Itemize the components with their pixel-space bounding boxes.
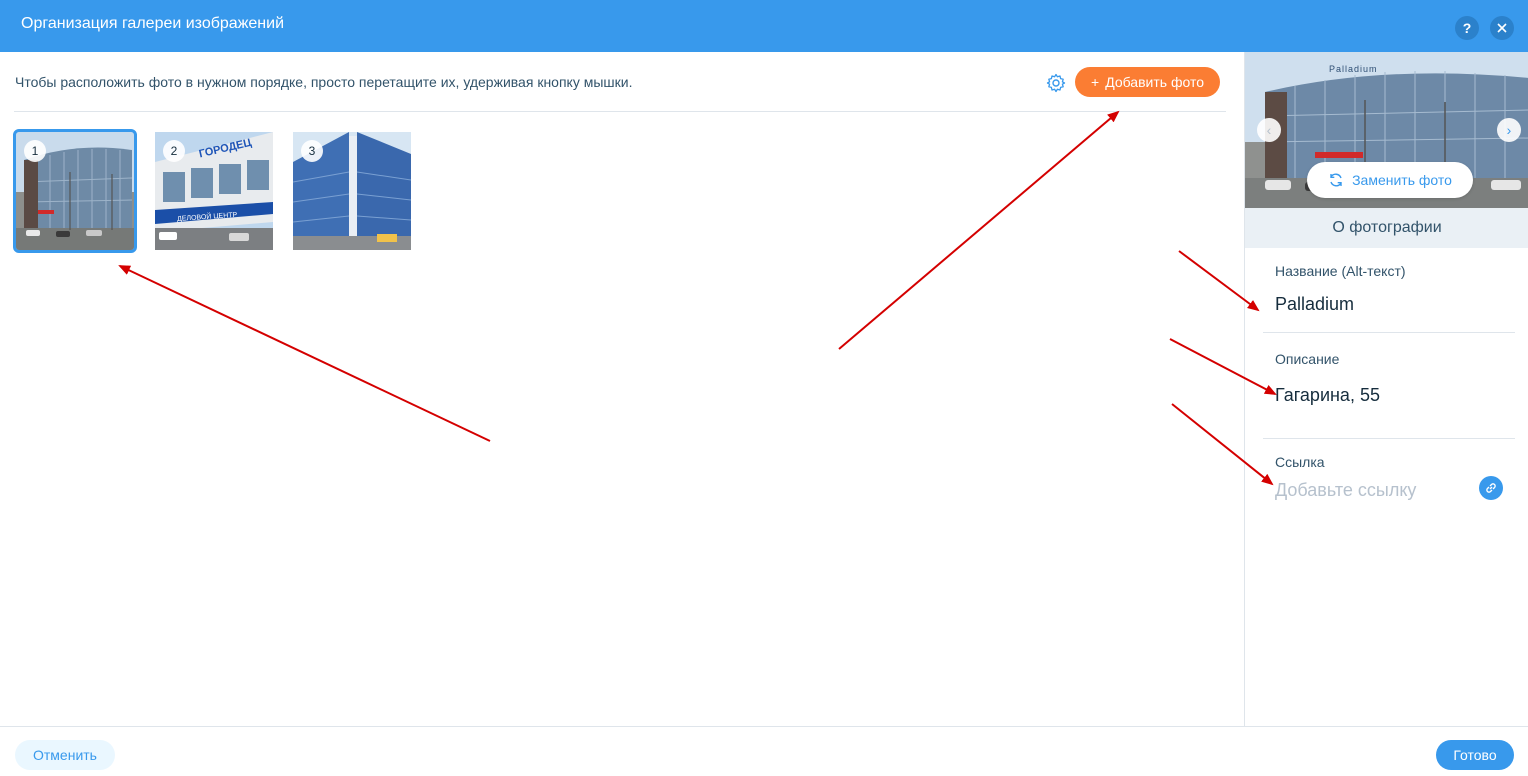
chevron-right-icon: › [1506, 122, 1512, 138]
gallery-thumbnail-3[interactable]: 3 [293, 132, 411, 250]
close-button[interactable] [1490, 16, 1514, 40]
next-photo-button[interactable]: › [1497, 118, 1521, 142]
replace-photo-label: Заменить фото [1352, 172, 1452, 188]
description-field[interactable]: Гагарина, 55 [1275, 385, 1380, 406]
link-input[interactable]: Добавьте ссылку [1275, 480, 1416, 501]
preview-sign-palladium: Palladium [1329, 64, 1378, 74]
plus-icon: + [1091, 74, 1100, 90]
instruction-text: Чтобы расположить фото в нужном порядке,… [15, 74, 633, 90]
refresh-icon [1330, 173, 1342, 187]
replace-photo-button[interactable]: Заменить фото [1307, 162, 1473, 198]
alt-text-field[interactable]: Palladium [1275, 294, 1354, 315]
thumbnail-order-badge: 3 [301, 140, 323, 162]
divider [1263, 332, 1515, 333]
gallery-organizer-dialog: Организация галереи изображений ? Чтобы … [0, 0, 1528, 776]
previous-photo-button[interactable]: ‹ [1257, 118, 1281, 142]
chevron-left-icon: ‹ [1266, 122, 1272, 138]
divider [14, 111, 1226, 112]
thumbnail-order-badge: 1 [24, 140, 46, 162]
link-chain-icon [1486, 483, 1496, 493]
photo-preview: Palladium ‹ › Заменить фото [1245, 52, 1528, 208]
gallery-main-area: Чтобы расположить фото в нужном порядке,… [0, 52, 1244, 726]
help-button[interactable]: ? [1455, 16, 1479, 40]
divider [1263, 438, 1515, 439]
dialog-title: Организация галереи изображений [21, 15, 285, 32]
cancel-button[interactable]: Отменить [15, 740, 115, 770]
about-photo-heading: О фотографии [1245, 208, 1528, 248]
add-photo-button[interactable]: + Добавить фото [1075, 67, 1220, 97]
alt-text-label: Название (Alt-текст) [1275, 263, 1406, 279]
description-label: Описание [1275, 351, 1340, 367]
close-icon [1497, 23, 1507, 33]
photo-details-panel: Palladium ‹ › Заменить фото О фотографии… [1244, 52, 1528, 726]
thumbnail-order-badge: 2 [163, 140, 185, 162]
dialog-header: Организация галереи изображений ? [0, 0, 1528, 52]
add-link-button[interactable] [1479, 476, 1503, 500]
gallery-thumbnail-2[interactable]: ГОРОДЕЦ ДЕЛОВОЙ ЦЕНТР 2 [155, 132, 273, 250]
add-photo-label: Добавить фото [1105, 74, 1204, 90]
done-button[interactable]: Готово [1436, 740, 1514, 770]
gallery-thumbnail-1[interactable]: 1 [13, 129, 137, 253]
dialog-footer: Отменить Готово [0, 726, 1528, 776]
settings-gear-icon[interactable] [1045, 72, 1067, 94]
link-label: Ссылка [1275, 454, 1325, 470]
